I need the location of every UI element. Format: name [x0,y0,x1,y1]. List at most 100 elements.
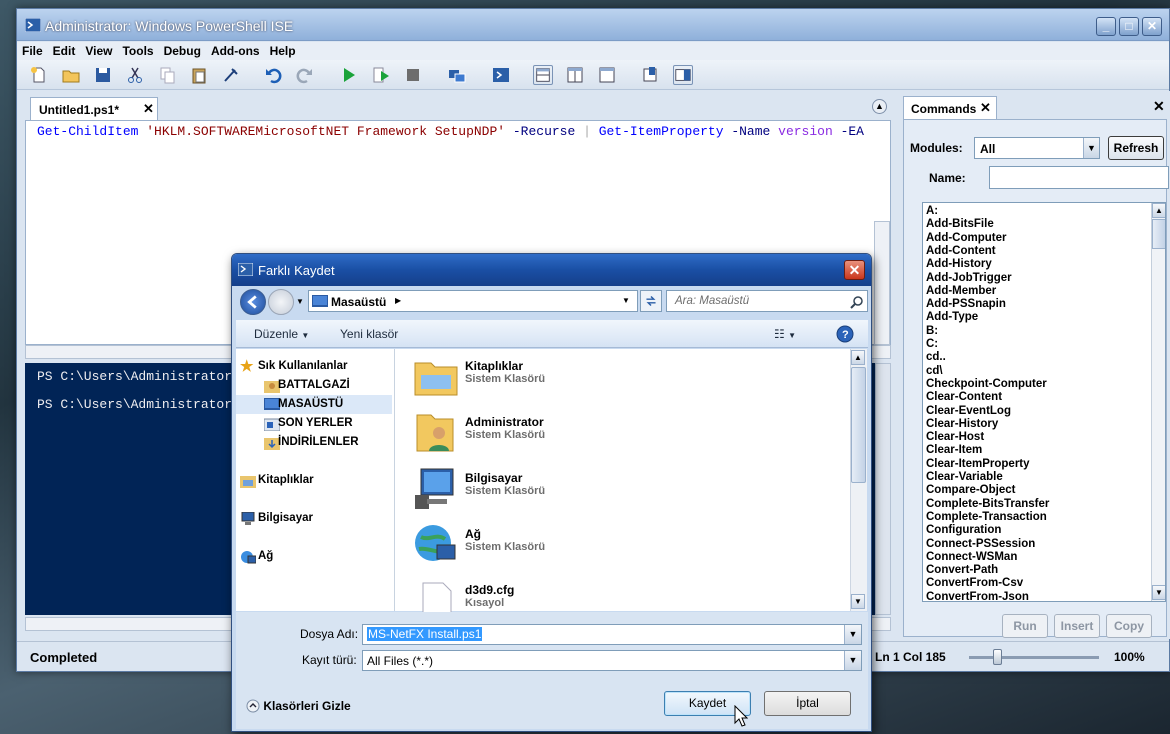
collapse-script-pane-icon[interactable]: ▲ [872,99,887,114]
run-button[interactable]: Run [1002,614,1048,638]
filetype-select[interactable]: All Files (*.*) ▼ [362,650,862,671]
file-item-computer[interactable]: Bilgisayar Sistem Klasörü [413,465,613,517]
command-list-item[interactable]: Connect-WSMan [926,551,1017,563]
show-commands-icon[interactable] [673,65,693,85]
scroll-up-icon[interactable]: ▲ [851,350,865,365]
start-powershell-icon[interactable] [491,65,511,85]
recent-pages-chevron-icon[interactable]: ▼ [296,297,304,306]
command-list-item[interactable]: Complete-Transaction [926,511,1047,523]
command-list-item[interactable]: Complete-BitsTransfer [926,498,1049,510]
stop-icon[interactable] [403,65,423,85]
copy-icon[interactable] [157,65,177,85]
search-input[interactable]: Ara: Masaüstü [666,290,868,312]
forward-arrow-icon[interactable] [268,289,294,315]
undo-icon[interactable] [263,65,283,85]
tab-untitled1[interactable]: Untitled1.ps1* ✕ [30,97,158,121]
commands-list[interactable]: A: Add-BitsFile Add-Computer Add-Content Add… [922,202,1166,602]
back-arrow-icon[interactable] [240,289,266,315]
help-icon[interactable]: ? [836,325,854,343]
address-bar[interactable]: Masaüstü ▶ ▼ [308,290,638,312]
filename-field[interactable]: MS-NetFX Install.ps1 ▼ [362,624,862,645]
cut-icon[interactable] [125,65,145,85]
command-list-item[interactable]: Clear-ItemProperty [926,458,1030,470]
minimize-button[interactable]: _ [1096,17,1116,36]
redo-icon[interactable] [295,65,315,85]
chevron-down-icon[interactable]: ▼ [844,651,861,670]
command-list-item[interactable]: Configuration [926,524,1001,536]
run-selection-icon[interactable] [371,65,391,85]
scroll-down-icon[interactable]: ▼ [851,594,865,609]
dialog-close-button[interactable]: ✕ [844,260,865,280]
refresh-icon[interactable] [640,290,662,312]
menu-tools[interactable]: Tools [117,42,158,58]
clear-output-icon[interactable] [221,65,241,85]
commands-list-scrollbar[interactable]: ▲ ▼ [1151,203,1165,601]
open-folder-icon[interactable] [61,65,81,85]
remote-powershell-icon[interactable] [447,65,467,85]
command-list-item[interactable]: cd.. [926,351,946,363]
command-list-item[interactable]: cd\ [926,365,943,377]
scroll-thumb[interactable] [1152,219,1165,249]
command-list-item[interactable]: C: [926,338,938,350]
command-list-item[interactable]: Clear-EventLog [926,405,1011,417]
command-list-item[interactable]: Connect-PSSession [926,538,1035,550]
menu-file[interactable]: File [17,42,48,58]
nav-masaustu[interactable]: MASAÜSTÜ [236,395,392,414]
command-list-item[interactable]: Add-PSSnapin [926,298,1006,310]
address-dropdown-icon[interactable]: ▼ [622,296,630,305]
command-list-item[interactable]: B: [926,325,938,337]
command-list-item[interactable]: Convert-Path [926,564,998,576]
command-list-item[interactable]: Clear-History [926,418,998,430]
new-folder-button[interactable]: Yeni klasör [340,327,398,341]
chevron-down-icon[interactable]: ▼ [844,625,861,644]
command-list-item[interactable]: Add-Content [926,245,996,257]
command-list-item[interactable]: Checkpoint-Computer [926,378,1047,390]
file-list[interactable]: Kitaplıklar Sistem Klasörü Administrator… [394,349,850,623]
maximize-button[interactable]: □ [1119,17,1139,36]
scroll-up-icon[interactable]: ▲ [1152,203,1165,218]
paste-icon[interactable] [189,65,209,85]
name-input[interactable] [989,166,1169,189]
close-button[interactable]: ✕ [1142,17,1162,36]
command-list-item[interactable]: Add-JobTrigger [926,272,1012,284]
command-list-item[interactable]: ConvertFrom-Csv [926,577,1023,589]
menu-add-ons[interactable]: Add-ons [206,42,265,58]
nav-son-yerler[interactable]: SON YERLER [236,414,392,433]
menu-view[interactable]: View [80,42,117,58]
layout-maximized-icon[interactable] [597,65,617,85]
close-tab-icon[interactable]: ✕ [143,101,154,117]
modules-select[interactable]: All ▼ [974,137,1100,159]
nav-indirilenler[interactable]: İNDİRİLENLER [236,433,392,452]
nav-computer[interactable]: Bilgisayar [236,509,392,528]
title-bar[interactable]: Administrator: Windows PowerShell ISE _ … [17,9,1169,41]
scroll-down-icon[interactable]: ▼ [1152,585,1165,600]
show-script-pane-icon[interactable] [641,65,661,85]
file-list-scrollbar[interactable]: ▲ ▼ [850,349,867,611]
nav-favorites[interactable]: ★ Sık Kullanılanlar [236,357,392,376]
zoom-slider-thumb[interactable] [993,649,1002,665]
tab-commands[interactable]: Commands ✕ [903,96,997,120]
command-list-item[interactable]: Add-BitsFile [926,218,994,230]
file-item-libraries[interactable]: Kitaplıklar Sistem Klasörü [413,353,613,405]
cancel-button[interactable]: İptal [764,691,851,716]
hide-folders-button[interactable]: Klasörleri Gizle [246,699,351,713]
editor-vertical-scrollbar[interactable] [874,221,890,345]
new-file-icon[interactable] [29,65,49,85]
command-list-item[interactable]: Add-Type [926,311,978,323]
menu-debug[interactable]: Debug [159,42,206,58]
command-list-item[interactable]: Add-History [926,258,992,270]
close-commands-pane-icon[interactable]: ✕ [1153,98,1165,115]
organize-button[interactable]: Düzenle ▼ [254,327,309,341]
view-options-icon[interactable]: ☷ ▼ [774,327,796,341]
command-list-item[interactable]: A: [926,205,938,217]
refresh-button[interactable]: Refresh [1108,136,1164,160]
save-icon[interactable] [93,65,113,85]
command-list-item[interactable]: Clear-Item [926,444,982,456]
menu-help[interactable]: Help [265,42,301,58]
breadcrumb-arrow-icon[interactable]: ▶ [395,296,401,305]
scroll-thumb[interactable] [851,367,866,483]
menu-edit[interactable]: Edit [48,42,81,58]
file-item-administrator[interactable]: Administrator Sistem Klasörü [413,409,613,461]
console-vertical-scrollbar[interactable] [875,363,891,615]
command-list-item[interactable]: Clear-Host [926,431,984,443]
